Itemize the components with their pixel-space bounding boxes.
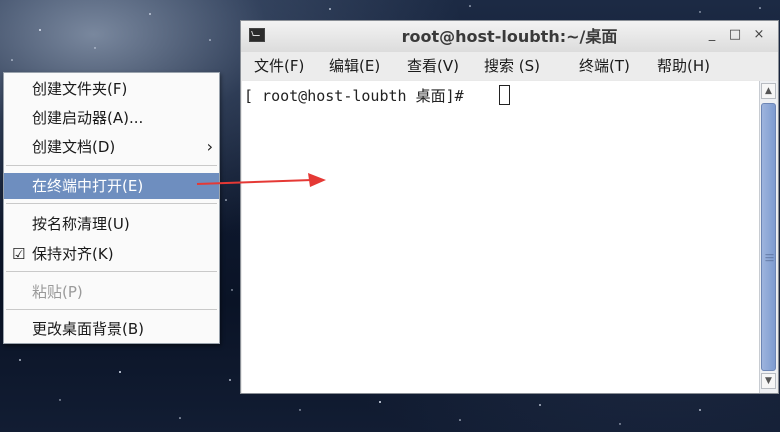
menu-item-label: 按名称清理(U) <box>32 215 130 233</box>
menu-separator <box>6 309 217 310</box>
menu-help[interactable]: 帮助(H) <box>657 52 710 80</box>
window-title: root@host-loubth:~/桌面 <box>401 27 618 46</box>
menu-edit[interactable]: 编辑(E) <box>329 52 380 80</box>
menu-item-change-background[interactable]: 更改桌面背景(B) <box>4 316 219 342</box>
menu-item-keep-aligned[interactable]: ☑ 保持对齐(K) <box>4 241 219 267</box>
menu-item-label: 创建文档(D) <box>32 138 116 156</box>
minimize-button[interactable]: _ <box>705 28 719 42</box>
menu-item-label: 保持对齐(K) <box>32 245 114 263</box>
menu-separator <box>6 165 217 166</box>
menu-separator <box>6 271 217 272</box>
menu-item-label: 粘贴(P) <box>32 283 83 301</box>
scroll-up-icon[interactable]: ▲ <box>761 83 776 99</box>
desktop-context-menu: 创建文件夹(F) 创建启动器(A)... 创建文档(D) › 在终端中打开(E)… <box>3 72 220 344</box>
menu-item-create-document[interactable]: 创建文档(D) › <box>4 134 219 160</box>
menu-item-paste: 粘贴(P) <box>4 279 219 305</box>
scrollbar-thumb[interactable]: — — — <box>761 103 776 371</box>
text-cursor <box>499 85 510 105</box>
terminal-output[interactable]: [ root@host-loubth 桌面]# <box>242 81 759 393</box>
scroll-down-icon[interactable]: ▼ <box>761 373 776 389</box>
menu-terminal[interactable]: 终端(T) <box>579 52 630 80</box>
menu-item-label: 更改桌面背景(B) <box>32 320 144 338</box>
chevron-right-icon: › <box>206 137 213 156</box>
menu-separator <box>6 203 217 204</box>
title-bar[interactable]: root@host-loubth:~/桌面 _ □ × <box>241 21 778 52</box>
checkbox-checked-icon: ☑ <box>12 245 26 263</box>
menu-item-label: 创建启动器(A)... <box>32 109 144 127</box>
maximize-button[interactable]: □ <box>728 28 742 42</box>
menu-item-clean-up-by-name[interactable]: 按名称清理(U) <box>4 211 219 237</box>
menu-item-create-folder[interactable]: 创建文件夹(F) <box>4 76 219 102</box>
menu-item-open-in-terminal[interactable]: 在终端中打开(E) <box>4 173 219 199</box>
menu-item-create-launcher[interactable]: 创建启动器(A)... <box>4 105 219 131</box>
vertical-scrollbar[interactable]: ▲ — — — ▼ <box>759 81 777 393</box>
close-button[interactable]: × <box>752 28 766 42</box>
terminal-menubar: 文件(F) 编辑(E) 查看(V) 搜索 (S) 终端(T) 帮助(H) <box>241 52 778 80</box>
terminal-window: root@host-loubth:~/桌面 _ □ × 文件(F) 编辑(E) … <box>240 20 779 394</box>
menu-file[interactable]: 文件(F) <box>254 52 304 80</box>
shell-prompt: [ root@host-loubth 桌面]# <box>244 87 464 105</box>
menu-item-label: 创建文件夹(F) <box>32 80 128 98</box>
grip-icon: — — — <box>765 250 774 266</box>
menu-view[interactable]: 查看(V) <box>407 52 459 80</box>
menu-item-label: 在终端中打开(E) <box>32 177 144 195</box>
menu-search[interactable]: 搜索 (S) <box>484 52 540 80</box>
